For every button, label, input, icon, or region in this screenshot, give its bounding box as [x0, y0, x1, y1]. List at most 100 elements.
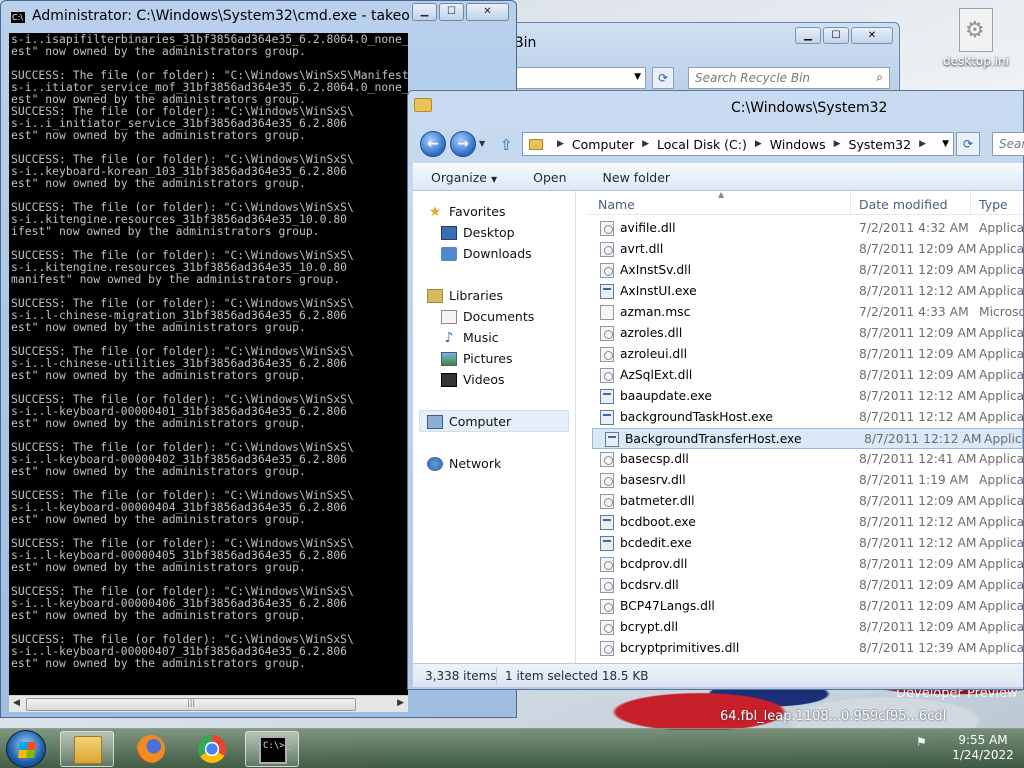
scroll-left-icon[interactable]: ◀ — [13, 698, 20, 708]
table-row[interactable]: baaupdate.exe 8/7/2011 12:12 AMApplicatio… — [588, 386, 1023, 407]
nav-item-computer[interactable]: Computer — [427, 414, 511, 429]
table-row[interactable]: avifile.dll 7/2/2011 4:32 AM Application — [588, 218, 1023, 239]
close-button[interactable]: ✕ — [466, 3, 509, 21]
file-type: Application — [979, 536, 1023, 550]
breadcrumb-local-disk[interactable]: Local Disk (C:) — [657, 137, 747, 152]
chevron-right-icon[interactable]: ▶ — [557, 139, 564, 149]
recycle-address-bar[interactable] — [506, 67, 646, 89]
navigation-bar: ← → ▼ ⇧ ▶ Computer ▶ Local Disk (C:) ▶ W… — [408, 127, 1024, 161]
desktop-ini-icon[interactable]: desktop.ini — [940, 8, 1012, 68]
nav-item-downloads[interactable]: Downloads — [441, 246, 532, 261]
file-date: 8/7/2011 12:09 AM — [859, 599, 977, 613]
table-row[interactable]: bcrypt.dll 8/7/2011 12:09 AMApplication — [588, 617, 1023, 638]
file-name: BackgroundTransferHost.exe — [625, 432, 802, 446]
wallpaper-build-text: 64.fbl_leap.1108...0.959cf95...6cdl — [720, 709, 947, 724]
table-row[interactable]: avrt.dll 8/7/2011 12:09 AMApplication — [588, 239, 1023, 260]
new-folder-button[interactable]: New folder — [585, 170, 689, 185]
table-row[interactable]: AxInstSv.dll 8/7/2011 12:09 AMApplication — [588, 260, 1023, 281]
clock[interactable]: 9:55 AM 1/24/2022 — [948, 733, 1018, 763]
table-row[interactable]: azman.msc 7/2/2011 4:33 AM Microsoft — [588, 302, 1023, 323]
breadcrumb-windows[interactable]: Windows — [770, 137, 826, 152]
file-date: 8/7/2011 1:19 AM — [859, 473, 969, 487]
minimize-button[interactable]: ▁ — [795, 27, 821, 44]
table-row[interactable]: bcdsrv.dll 8/7/2011 12:09 AMApplication — [588, 575, 1023, 596]
file-type: Application — [979, 221, 1023, 235]
table-row[interactable]: bcdboot.exe 8/7/2011 12:12 AMApplication — [588, 512, 1023, 533]
chevron-right-icon[interactable]: ▶ — [642, 139, 649, 149]
msc-file-icon — [600, 305, 614, 320]
chevron-down-icon[interactable]: ▼ — [942, 139, 949, 149]
dll-file-icon — [600, 242, 614, 257]
forward-button[interactable]: → — [450, 131, 476, 157]
close-button[interactable]: ✕ — [851, 27, 893, 44]
nav-item-favorites[interactable]: ★ Favorites — [427, 204, 506, 219]
table-row[interactable]: azroleui.dll 8/7/2011 12:09 AMApplication — [588, 344, 1023, 365]
taskbar-cmd-button[interactable]: C:\>_ — [245, 731, 299, 767]
table-row[interactable]: AzSqlExt.dll 8/7/2011 12:09 AMApplication — [588, 365, 1023, 386]
table-row[interactable]: bcryptprimitives.dll 8/7/2011 12:39 AM App… — [588, 638, 1023, 659]
recent-pages-dropdown-icon[interactable]: ▼ — [479, 139, 485, 148]
music-icon: ♪ — [444, 329, 454, 346]
taskbar-explorer-button[interactable] — [60, 731, 114, 767]
column-type[interactable]: Type — [979, 197, 1008, 212]
refresh-icon[interactable]: ⟳ — [956, 132, 980, 156]
flag-icon[interactable]: ⚑ — [916, 735, 927, 749]
table-row[interactable]: BCP47Langs.dll 8/7/2011 12:09 AMApplicati… — [588, 596, 1023, 617]
recycle-bin-title: Bin — [514, 35, 537, 51]
exe-file-icon — [600, 410, 614, 425]
file-name: azman.msc — [620, 305, 691, 319]
chevron-right-icon[interactable]: ▶ — [755, 139, 762, 149]
nav-label: Music — [463, 330, 499, 345]
scroll-right-icon[interactable]: ▶ — [397, 698, 404, 708]
refresh-icon[interactable]: ⟳ — [652, 67, 674, 89]
taskbar-firefox-button[interactable] — [124, 731, 178, 767]
cmd-title: Administrator: C:\Windows\System32\cmd.e… — [32, 8, 410, 24]
organize-button[interactable]: Organize ▼ — [413, 170, 515, 185]
nav-item-music[interactable]: ♪ Music — [441, 330, 499, 345]
column-name[interactable]: Name — [598, 197, 635, 212]
table-row[interactable]: bcdedit.exe 8/7/2011 12:12 AMApplication — [588, 533, 1023, 554]
file-name: bcryptprimitives.dll — [620, 641, 740, 655]
nav-item-network[interactable]: Network — [427, 456, 501, 471]
nav-item-videos[interactable]: Videos — [441, 372, 505, 387]
table-row[interactable]: azroles.dll 8/7/2011 12:09 AMApplication — [588, 323, 1023, 344]
breadcrumb-system32[interactable]: System32 — [849, 137, 912, 152]
nav-item-documents[interactable]: Documents — [441, 309, 534, 324]
maximize-button[interactable]: ☐ — [823, 27, 849, 44]
breadcrumb-computer[interactable]: Computer — [572, 137, 634, 152]
search-icon[interactable]: ⌕ — [876, 70, 883, 85]
table-row[interactable]: basesrv.dll 8/7/2011 1:19 AM Application — [588, 470, 1023, 491]
explorer-search-input[interactable]: Searc — [992, 132, 1024, 156]
nav-label: Downloads — [463, 246, 532, 261]
horizontal-scrollbar[interactable]: ◀ ||| ▶ — [9, 695, 408, 712]
table-row[interactable]: backgroundTaskHost.exe 8/7/2011 12:12 AM A… — [588, 407, 1023, 428]
recycle-search-input[interactable]: Search Recycle Bin ⌕ — [688, 67, 890, 89]
explorer-window[interactable]: C:\Windows\System32 ← → ▼ ⇧ ▶ Computer ▶… — [407, 90, 1024, 690]
maximize-button[interactable]: ☐ — [439, 3, 464, 21]
taskbar-chrome-button[interactable] — [185, 731, 239, 767]
grip-icon: ||| — [187, 698, 196, 707]
chevron-right-icon[interactable]: ▶ — [834, 139, 841, 149]
table-row[interactable]: bcdprov.dll 8/7/2011 12:09 AMApplication — [588, 554, 1023, 575]
nav-item-pictures[interactable]: Pictures — [441, 351, 513, 366]
open-button[interactable]: Open — [515, 170, 584, 185]
up-arrow-icon[interactable]: ⇧ — [500, 136, 513, 154]
back-button[interactable]: ← — [420, 131, 446, 157]
file-name: AzSqlExt.dll — [620, 368, 693, 382]
table-row[interactable]: basecsp.dll 8/7/2011 12:41 AMApplication — [588, 449, 1023, 470]
cmd-titlebar[interactable]: C:\ Administrator: C:\Windows\System32\c… — [1, 1, 516, 33]
explorer-content: ★ Favorites Desktop Downloads Libraries D… — [413, 191, 1023, 663]
file-list[interactable]: ▲ Name Date modified Type avifile.dll 7/2… — [588, 191, 1023, 663]
console-output[interactable]: s-i..isapifilterbinaries_31bf3856ad364e3… — [9, 33, 408, 695]
file-name: AxInstSv.dll — [620, 263, 692, 277]
nav-item-desktop[interactable]: Desktop — [441, 225, 515, 240]
table-row[interactable]: AxInstUI.exe 8/7/2011 12:12 AMApplication — [588, 281, 1023, 302]
nav-item-libraries[interactable]: Libraries — [427, 288, 503, 303]
table-row[interactable]: batmeter.dll 8/7/2011 12:09 AMApplication — [588, 491, 1023, 512]
column-date-modified[interactable]: Date modified — [859, 197, 948, 212]
start-button[interactable] — [6, 730, 46, 768]
table-row[interactable]: BackgroundTransferHost.exe 8/7/2011 12:12… — [592, 428, 1023, 449]
minimize-button[interactable]: ▁ — [412, 3, 437, 21]
chevron-right-icon[interactable]: ▶ — [919, 139, 926, 149]
address-bar[interactable]: ▶ Computer ▶ Local Disk (C:) ▶ Windows ▶… — [522, 132, 954, 156]
